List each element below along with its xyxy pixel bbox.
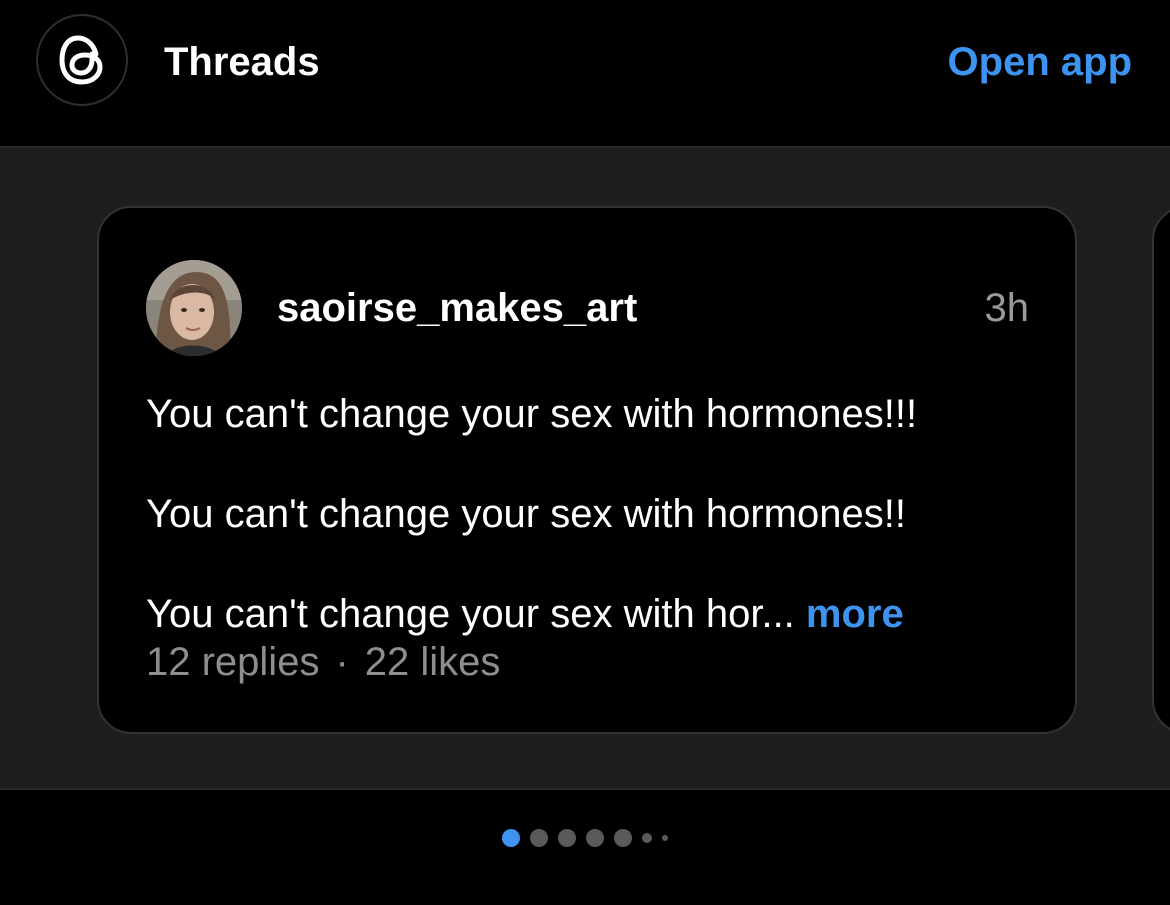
- pagination-dots: [0, 828, 1170, 848]
- replies-count[interactable]: 12 replies: [146, 640, 319, 684]
- post-username[interactable]: saoirse_makes_art: [277, 284, 637, 332]
- next-post-card-peek[interactable]: [1152, 206, 1170, 734]
- avatar[interactable]: [146, 260, 242, 356]
- pagination-dot-active[interactable]: [502, 829, 520, 847]
- more-link[interactable]: more: [806, 592, 904, 636]
- pagination-dot[interactable]: [586, 829, 604, 847]
- post-timestamp: 3h: [984, 286, 1030, 330]
- likes-count[interactable]: 22 likes: [365, 640, 501, 684]
- stats-separator: ·: [335, 640, 349, 684]
- pagination-dot[interactable]: [642, 833, 652, 843]
- open-app-button[interactable]: Open app: [948, 38, 1132, 86]
- post-text-line: You can't change your sex with hormones!…: [146, 492, 906, 536]
- pagination-dot[interactable]: [530, 829, 548, 847]
- top-bar: Threads Open app: [0, 0, 1170, 146]
- post-card[interactable]: saoirse_makes_art 3h You can't change yo…: [97, 206, 1077, 734]
- threads-logo-icon[interactable]: [36, 14, 128, 106]
- app-title: Threads: [164, 40, 320, 84]
- post-carousel[interactable]: saoirse_makes_art 3h You can't change yo…: [0, 146, 1170, 790]
- pagination-dot[interactable]: [558, 829, 576, 847]
- post-text-line-truncated: You can't change your sex with hor... mo…: [146, 590, 904, 638]
- post-text: You can't change your sex with hor...: [146, 592, 795, 636]
- pagination-dot[interactable]: [662, 835, 668, 841]
- pagination-dot[interactable]: [614, 829, 632, 847]
- post-stats: 12 replies · 22 likes: [146, 638, 500, 686]
- post-text-line: You can't change your sex with hormones!…: [146, 392, 918, 436]
